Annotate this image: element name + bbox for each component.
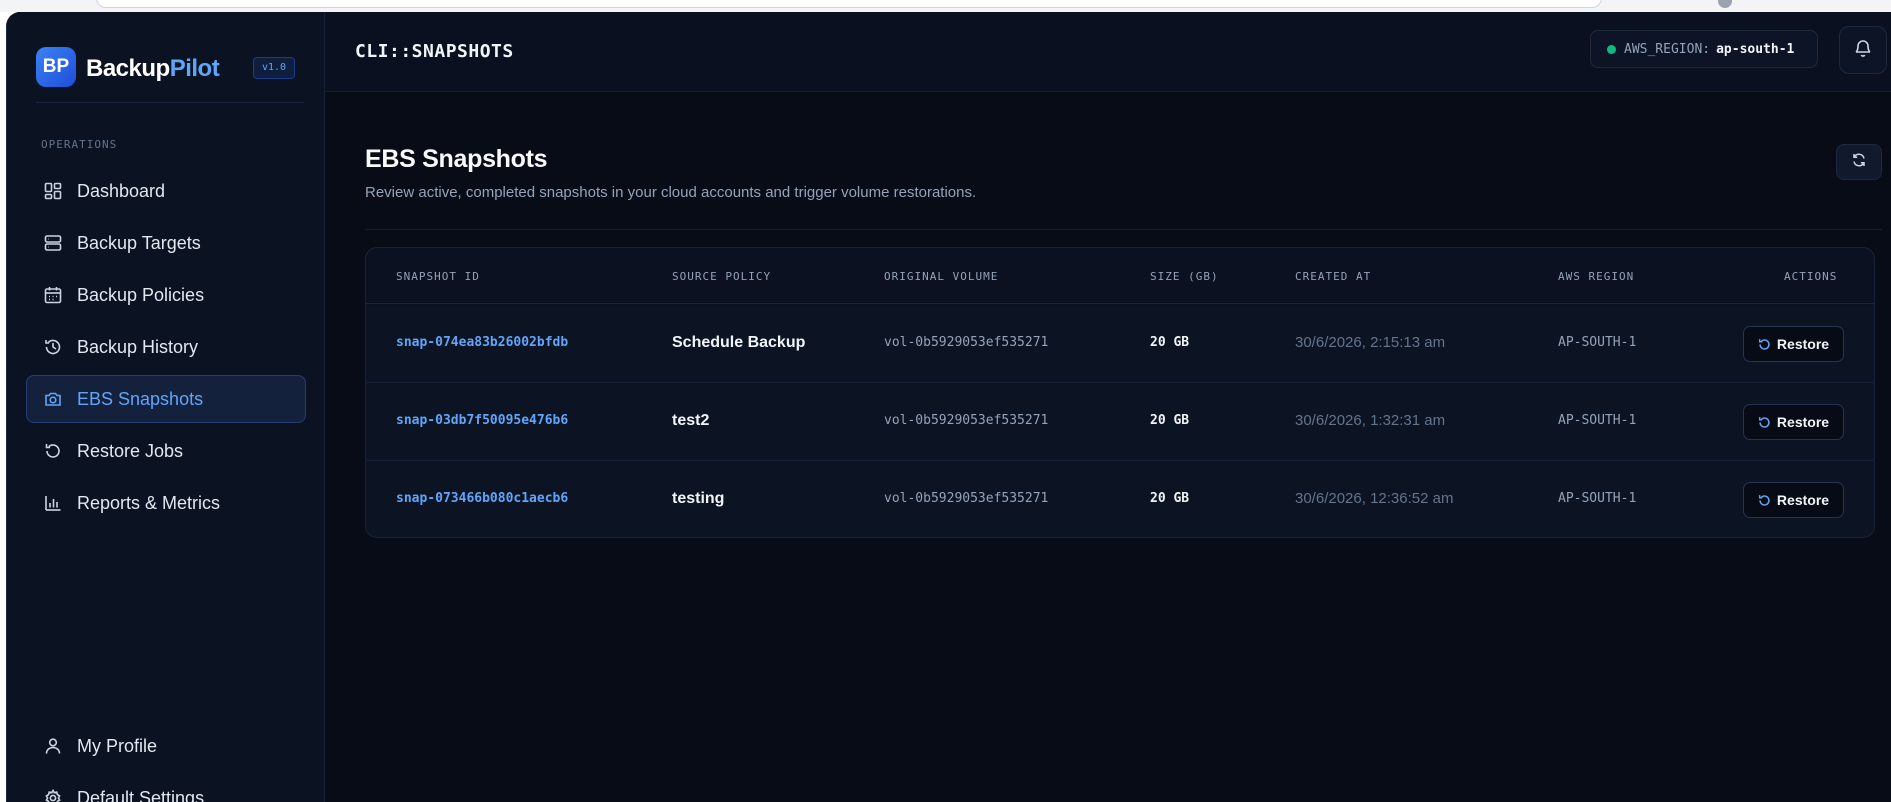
sidebar-item-label: My Profile: [77, 735, 158, 756]
refresh-icon: [1851, 152, 1867, 173]
sidebar-item-backup-history[interactable]: Backup History: [26, 323, 306, 371]
history-icon: [43, 337, 63, 357]
sidebar-item-label: Backup Policies: [77, 284, 205, 305]
sidebar-item-reports-metrics[interactable]: Reports & Metrics: [26, 479, 306, 527]
column-header-aws-region[interactable]: AWS REGION: [1558, 270, 1634, 283]
brand-name-part1: Backup: [86, 55, 170, 82]
snapshot-size: 20 GB: [1150, 413, 1190, 428]
source-policy: testing: [672, 490, 725, 507]
browser-profile-icon[interactable]: [1718, 0, 1732, 8]
column-header-snapshot-id[interactable]: SNAPSHOT ID: [396, 270, 480, 283]
original-volume: vol-0b5929053ef535271: [884, 413, 1049, 428]
sidebar-bottom-nav: My Profile Default Settings: [26, 722, 306, 802]
brand-name[interactable]: BackupPilot: [86, 55, 220, 83]
source-policy: test2: [672, 412, 710, 429]
app-window: BP BackupPilot v1.0 OPERATIONS Dashboard…: [6, 12, 1891, 802]
gear-icon: [43, 788, 63, 802]
restore-button[interactable]: Restore: [1743, 326, 1844, 362]
sidebar-item-default-settings[interactable]: Default Settings: [26, 774, 306, 802]
sidebar-item-label: Reports & Metrics: [77, 492, 221, 513]
sidebar-item-my-profile[interactable]: My Profile: [26, 722, 306, 770]
sidebar: BP BackupPilot v1.0 OPERATIONS Dashboard…: [7, 12, 325, 802]
snapshot-size: 20 GB: [1150, 335, 1190, 350]
column-header-actions: ACTIONS: [1784, 270, 1838, 283]
snapshot-id-link[interactable]: snap-074ea83b26002bfdb: [396, 335, 568, 350]
page-subtitle: Review active, completed snapshots in yo…: [365, 184, 977, 201]
calendar-icon: [43, 285, 63, 305]
column-header-original-volume[interactable]: ORIGINAL VOLUME: [884, 270, 998, 283]
restore-button-label: Restore: [1776, 336, 1830, 352]
sidebar-item-backup-policies[interactable]: Backup Policies: [26, 271, 306, 319]
sidebar-item-backup-targets[interactable]: Backup Targets: [26, 219, 306, 267]
restore-icon: [1758, 338, 1770, 350]
sidebar-item-label: Backup History: [77, 336, 199, 357]
sidebar-item-dashboard[interactable]: Dashboard: [26, 167, 306, 215]
created-at: 30/6/2026, 1:32:31 am: [1295, 412, 1446, 429]
header-title: CLI::SNAPSHOTS: [355, 41, 514, 62]
snapshot-id-link[interactable]: snap-073466b080c1aecb6: [396, 491, 568, 506]
notifications-button[interactable]: [1839, 26, 1887, 74]
aws-region: AP-SOUTH-1: [1558, 335, 1637, 350]
region-status-dot: [1607, 44, 1616, 54]
created-at: 30/6/2026, 12:36:52 am: [1295, 490, 1454, 507]
brand: BP BackupPilot v1.0: [36, 47, 304, 103]
original-volume: vol-0b5929053ef535271: [884, 335, 1049, 350]
snapshots-table: SNAPSHOT ID SOURCE POLICY ORIGINAL VOLUM…: [365, 247, 1875, 538]
table-row: snap-074ea83b26002bfdb Schedule Backup v…: [366, 305, 1874, 383]
nav-section-label: OPERATIONS: [41, 138, 118, 151]
column-header-created-at[interactable]: CREATED AT: [1295, 270, 1371, 283]
dashboard-icon: [43, 181, 63, 201]
camera-icon: [43, 389, 63, 409]
sidebar-item-label: Restore Jobs: [77, 440, 184, 461]
region-indicator[interactable]: AWS_REGION: ap-south-1: [1590, 30, 1818, 68]
browser-address-bar[interactable]: [96, 0, 1602, 8]
table-row: snap-03db7f50095e476b6 test2 vol-0b59290…: [366, 383, 1874, 461]
sidebar-item-ebs-snapshots[interactable]: EBS Snapshots: [26, 375, 306, 423]
user-icon: [43, 736, 63, 756]
sidebar-item-label: EBS Snapshots: [77, 388, 204, 409]
restore-button[interactable]: Restore: [1743, 404, 1844, 440]
restore-icon: [43, 441, 63, 461]
bar-chart-icon: [43, 493, 63, 513]
version-badge: v1.0: [253, 57, 296, 79]
column-header-source-policy[interactable]: SOURCE POLICY: [672, 270, 771, 283]
region-label: AWS_REGION:: [1624, 41, 1711, 57]
browser-top-bar: [0, 0, 1891, 12]
original-volume: vol-0b5929053ef535271: [884, 491, 1049, 506]
restore-icon: [1758, 494, 1770, 506]
table-header: SNAPSHOT ID SOURCE POLICY ORIGINAL VOLUM…: [366, 248, 1874, 304]
sidebar-nav: Dashboard Backup Targets Backup Policies…: [26, 167, 306, 531]
section-divider: [365, 229, 1882, 230]
aws-region: AP-SOUTH-1: [1558, 413, 1637, 428]
snapshot-id-link[interactable]: snap-03db7f50095e476b6: [396, 413, 568, 428]
region-value: ap-south-1: [1716, 41, 1795, 57]
refresh-button[interactable]: [1836, 144, 1882, 180]
snapshot-size: 20 GB: [1150, 491, 1190, 506]
restore-icon: [1758, 416, 1770, 428]
created-at: 30/6/2026, 2:15:13 am: [1295, 334, 1446, 351]
restore-button-label: Restore: [1776, 492, 1830, 508]
column-header-size[interactable]: SIZE (GB): [1150, 270, 1219, 283]
brand-logo[interactable]: BP: [36, 47, 76, 87]
server-icon: [43, 233, 63, 253]
table-row: snap-073466b080c1aecb6 testing vol-0b592…: [366, 461, 1874, 537]
page-title: EBS Snapshots: [365, 145, 548, 173]
restore-button[interactable]: Restore: [1743, 482, 1844, 518]
sidebar-item-label: Backup Targets: [77, 232, 201, 253]
main-content: EBS Snapshots Review active, completed s…: [325, 93, 1891, 802]
aws-region: AP-SOUTH-1: [1558, 491, 1637, 506]
source-policy: Schedule Backup: [672, 334, 806, 351]
sidebar-item-restore-jobs[interactable]: Restore Jobs: [26, 427, 306, 475]
sidebar-item-label: Dashboard: [77, 180, 166, 201]
restore-button-label: Restore: [1776, 414, 1830, 430]
brand-name-part2: Pilot: [169, 55, 220, 82]
sidebar-item-label: Default Settings: [77, 787, 205, 802]
top-header: CLI::SNAPSHOTS AWS_REGION: ap-south-1: [325, 12, 1891, 92]
bell-icon: [1853, 38, 1873, 63]
